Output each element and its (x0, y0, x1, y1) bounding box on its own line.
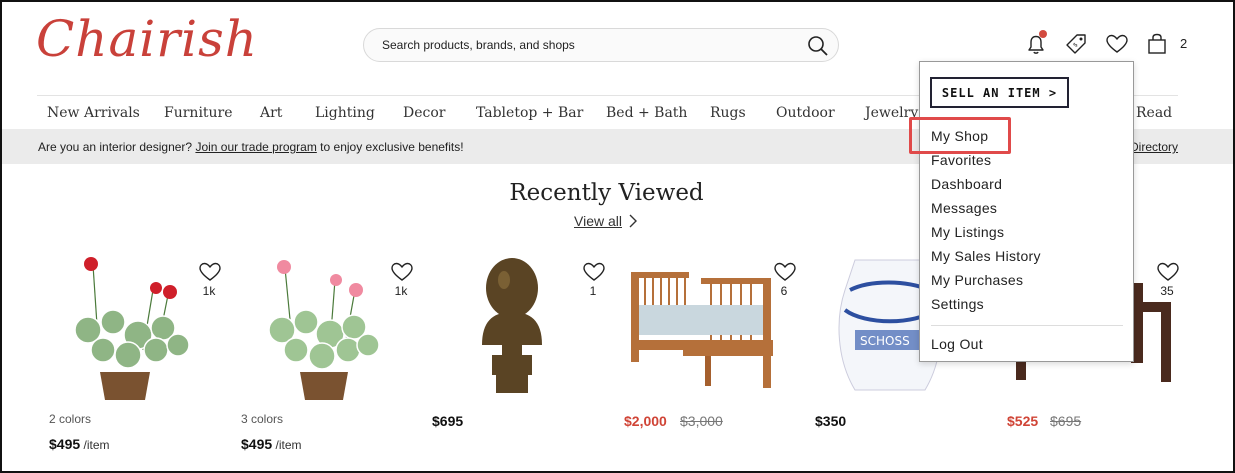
directory-link[interactable]: Directory (1130, 140, 1178, 154)
view-all-link[interactable]: View all (574, 213, 622, 229)
search-icon[interactable] (806, 34, 830, 58)
like-count: 1 (589, 284, 597, 298)
nav-bed-bath[interactable]: Bed + Bath (606, 105, 687, 121)
menu-item-my-purchases[interactable]: My Purchases (931, 272, 1023, 288)
sell-tag-button[interactable]: $ (1063, 31, 1089, 57)
price: $350 (815, 413, 847, 429)
price-value: $495 (241, 436, 273, 452)
menu-item-messages[interactable]: Messages (931, 200, 997, 216)
heart-icon (1106, 34, 1128, 53)
original-price: $695 (1050, 413, 1082, 429)
trade-suffix: to enjoy exclusive benefits! (316, 140, 464, 154)
heart-icon[interactable] (198, 260, 222, 282)
price: $495 /item (241, 436, 302, 452)
price: $695 (432, 413, 464, 429)
heart-icon[interactable] (582, 260, 606, 282)
sell-an-item-button[interactable]: SELL AN ITEM > (930, 77, 1069, 108)
nav-outdoor[interactable]: Outdoor (776, 105, 835, 121)
account-dropdown: SELL AN ITEM > My Shop Favorites Dashboa… (919, 61, 1134, 362)
price-unit: /item (272, 438, 302, 452)
cart-button[interactable] (1144, 31, 1170, 57)
nav-read[interactable]: Read (1136, 105, 1172, 121)
sale-price: $2,000 (624, 413, 667, 429)
like-count: 1k (202, 284, 216, 298)
svg-text:SCHOSS: SCHOSS (860, 334, 910, 348)
variant-count: 3 colors (241, 412, 284, 426)
nav-tabletop-bar[interactable]: Tabletop + Bar (476, 105, 583, 121)
trade-prefix: Are you an interior designer? (38, 140, 196, 154)
heart-icon[interactable] (390, 260, 414, 282)
like-count: 1k (394, 284, 408, 298)
price-tag-icon: $ (1066, 34, 1086, 54)
product-card[interactable]: 1 $695 (432, 250, 612, 460)
like-count: 6 (780, 284, 788, 298)
chairish-logo[interactable]: Chairish (36, 10, 258, 68)
notification-badge (1039, 30, 1047, 38)
search-bar (363, 28, 839, 62)
shopping-bag-icon (1148, 33, 1166, 54)
highlight-box (909, 117, 1011, 154)
heart-icon[interactable] (1156, 260, 1180, 282)
nav-new-arrivals[interactable]: New Arrivals (47, 105, 140, 121)
heart-icon[interactable] (773, 260, 797, 282)
price: $495 /item (49, 436, 110, 452)
price-value: $495 (49, 436, 81, 452)
nav-decor[interactable]: Decor (403, 105, 445, 121)
menu-divider (931, 325, 1123, 326)
nav-furniture[interactable]: Furniture (164, 105, 233, 121)
like-count: 35 (1160, 284, 1174, 298)
menu-item-my-sales-history[interactable]: My Sales History (931, 248, 1041, 264)
nav-art[interactable]: Art (260, 105, 282, 121)
favorites-button[interactable] (1104, 31, 1130, 57)
original-price: $3,000 (680, 413, 723, 429)
menu-item-settings[interactable]: Settings (931, 296, 984, 312)
nav-rugs[interactable]: Rugs (710, 105, 746, 121)
nav-lighting[interactable]: Lighting (315, 105, 375, 121)
variant-count: 2 colors (49, 412, 92, 426)
search-input[interactable] (382, 29, 782, 61)
product-card[interactable]: 1k 2 colors $495 /item (48, 250, 228, 460)
trade-message: Are you an interior designer? Join our t… (38, 140, 464, 154)
sale-price: $525 (1007, 413, 1039, 429)
product-card[interactable]: 1k 3 colors $495 /item (240, 250, 420, 460)
menu-item-dashboard[interactable]: Dashboard (931, 176, 1002, 192)
cart-count: 2 (1180, 36, 1188, 51)
menu-item-my-listings[interactable]: My Listings (931, 224, 1004, 240)
menu-item-favorites[interactable]: Favorites (931, 152, 991, 168)
svg-text:$: $ (1072, 41, 1080, 49)
trade-program-link[interactable]: Join our trade program (195, 140, 316, 154)
price-unit: /item (80, 438, 110, 452)
product-card[interactable]: 6 $2,000 $3,000 (623, 250, 803, 460)
menu-item-log-out[interactable]: Log Out (931, 336, 983, 352)
notifications-button[interactable] (1023, 30, 1049, 57)
chevron-right-icon[interactable] (628, 214, 638, 228)
